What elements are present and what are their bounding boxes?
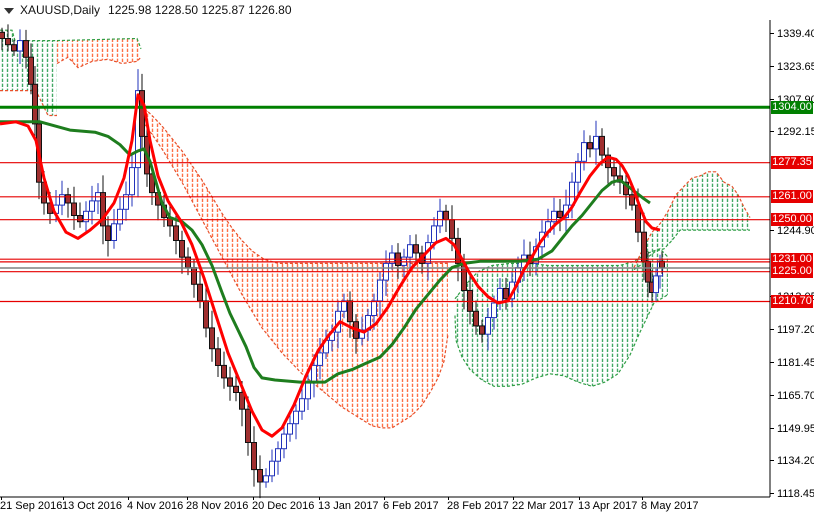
candle [437,198,443,234]
candle [209,310,215,362]
tick-mark [1,497,2,500]
tick-mark [319,497,320,500]
chart-canvas[interactable] [0,0,814,514]
candle [275,441,281,475]
price-tick-1134.20: 1134.20 [770,454,814,467]
price-tick-1149.95: 1149.95 [770,422,814,435]
candle [65,187,71,218]
candle [59,180,65,216]
candle [257,455,263,499]
candle [587,135,593,158]
date-tick: 22 Mar 2017 [512,497,574,512]
price-level-label-1225.00: 1225.00 [771,265,813,278]
tick-mark [253,497,254,500]
price-tick-1339.40: 1339.40 [770,27,814,40]
tick-mark [770,99,774,100]
tick-mark [642,497,643,500]
tick-mark [448,497,449,500]
date-tick: 8 May 2017 [641,497,698,512]
chart-titlebar: XAUUSD,Daily 1225.98 1228.50 1225.87 122… [4,3,292,17]
chevron-down-icon[interactable] [4,7,14,14]
date-tick: 13 Oct 2016 [62,497,122,512]
ohlc-quote-label: 1225.98 1228.50 1225.87 1226.80 [108,3,292,17]
candle [215,337,221,377]
tick-mark [770,460,774,461]
candle [593,120,599,165]
candle [251,426,257,487]
candle [129,154,135,207]
tick-mark [770,66,774,67]
tick-mark [128,497,129,500]
date-tick: 28 Feb 2017 [447,497,509,512]
candle [111,209,117,249]
tick-mark [770,395,774,396]
tick-mark [770,428,774,429]
date-tick: 4 Nov 2016 [127,497,183,512]
tick-mark [187,497,188,500]
candle [443,204,449,232]
date-tick: 21 Sep 2016 [0,497,62,512]
tick-mark [770,329,774,330]
price-level-label-1261.00: 1261.00 [771,190,813,203]
price-level-label-1210.70: 1210.70 [771,295,813,308]
tick-mark [384,497,385,500]
candle [100,175,106,245]
candle [83,201,89,233]
price-tick-1165.70: 1165.70 [770,389,814,402]
symbol-period-label: XAUUSD,Daily [20,3,101,17]
date-tick: 20 Dec 2016 [252,497,314,512]
tick-mark [770,362,774,363]
candle [581,130,587,171]
tick-mark [770,493,774,494]
candle [557,199,563,232]
tick-mark [579,497,580,500]
cloud-region-bearish [57,38,141,68]
candle [269,449,275,483]
candle [221,351,227,389]
candle [77,202,83,228]
candle [95,183,101,214]
candle [191,258,197,298]
trading-chart-window: XAUUSD,Daily 1225.98 1228.50 1225.87 122… [0,0,814,514]
price-tick-1118.45: 1118.45 [770,487,814,500]
tick-mark [770,230,774,231]
candle [117,197,123,231]
date-tick: 13 Apr 2017 [578,497,637,512]
candle [123,181,129,221]
candle [605,147,611,184]
candle [227,366,233,401]
date-tick: 6 Feb 2017 [383,497,439,512]
candle [575,153,581,197]
price-tick-1181.45: 1181.45 [770,356,814,369]
candle [185,247,191,276]
price-tick-1197.20: 1197.20 [770,323,814,336]
candle [71,186,77,230]
date-tick: 28 Nov 2016 [186,497,248,512]
candle [293,404,299,440]
tick-mark [63,497,64,500]
price-level-label-1277.35: 1277.35 [771,156,813,169]
price-level-label-1250.00: 1250.00 [771,213,813,226]
tick-mark [513,497,514,500]
candle [197,271,203,309]
tick-mark [770,33,774,34]
price-tick-1323.65: 1323.65 [770,60,814,73]
price-level-label-1304.00: 1304.00 [771,101,813,114]
date-tick: 13 Jan 2017 [318,497,379,512]
candlestick-series [0,24,665,499]
tick-mark [770,131,774,132]
candle [263,468,269,488]
price-tick-1292.15: 1292.15 [770,125,814,138]
candle [281,426,287,459]
candle [89,185,95,225]
candle [105,216,111,257]
